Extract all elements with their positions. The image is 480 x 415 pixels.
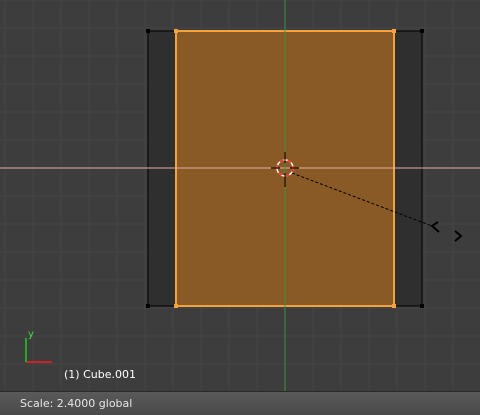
- vertex[interactable]: [392, 304, 396, 308]
- vertex[interactable]: [174, 29, 178, 33]
- widget-y-label: y: [28, 329, 34, 340]
- scale-cursor-icon: [430, 221, 463, 242]
- vertex[interactable]: [420, 304, 424, 308]
- vertex[interactable]: [174, 304, 178, 308]
- vertex[interactable]: [146, 304, 150, 308]
- status-text: Scale: 2.4000 global: [20, 397, 133, 410]
- active-object-label: (1) Cube.001: [64, 368, 136, 381]
- axis-orientation-widget: y: [25, 329, 52, 363]
- viewport-scene[interactable]: y: [0, 0, 480, 391]
- 3d-viewport[interactable]: y (1) Cube.001: [0, 0, 480, 391]
- status-bar: Scale: 2.4000 global: [0, 391, 480, 415]
- vertex[interactable]: [146, 29, 150, 33]
- vertex[interactable]: [392, 29, 396, 33]
- vertex[interactable]: [420, 29, 424, 33]
